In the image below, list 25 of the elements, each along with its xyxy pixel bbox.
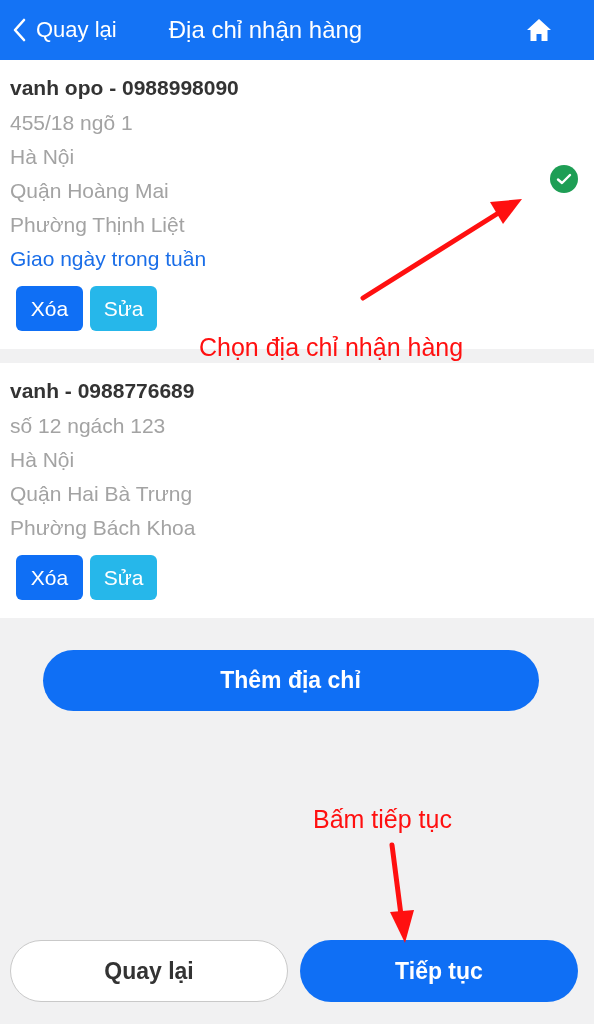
annotation-text: Bấm tiếp tục	[313, 805, 452, 834]
address-line: Phường Bách Khoa	[10, 515, 196, 541]
edit-button[interactable]: Sửa	[90, 555, 157, 600]
name-phone: vanh opo - 0988998090	[10, 75, 239, 101]
address-line: Quận Hoàng Mai	[10, 178, 169, 204]
add-address-button[interactable]: Thêm địa chỉ	[42, 650, 539, 711]
name-phone: vanh - 0988776689	[10, 378, 195, 404]
address-line: Phường Thịnh Liệt	[10, 212, 185, 238]
address-line: 455/18 ngõ 1	[10, 110, 133, 136]
back-button[interactable]: Quay lại	[10, 940, 288, 1002]
check-circle-icon	[550, 165, 578, 193]
delete-button[interactable]: Xóa	[16, 286, 83, 331]
back-button[interactable]: Quay lại	[12, 17, 117, 43]
address-card[interactable]: vanh - 0988776689 số 12 ngách 123 Hà Nội Quận Hai Bà Trưng Phường Bách Khoa Xóa Sửa	[0, 363, 594, 618]
delete-button[interactable]: Xóa	[16, 555, 83, 600]
continue-button[interactable]: Tiếp tục	[300, 940, 578, 1002]
delivery-note: Giao ngày trong tuần	[10, 246, 207, 272]
address-line: Hà Nội	[10, 447, 75, 473]
home-icon[interactable]	[526, 18, 552, 42]
edit-button[interactable]: Sửa	[90, 286, 157, 331]
address-line: số 12 ngách 123	[10, 413, 166, 439]
address-line: Hà Nội	[10, 144, 75, 170]
chevron-left-icon	[12, 18, 26, 42]
page-title: Địa chỉ nhận hàng	[168, 16, 363, 44]
address-line: Quận Hai Bà Trưng	[10, 481, 193, 507]
